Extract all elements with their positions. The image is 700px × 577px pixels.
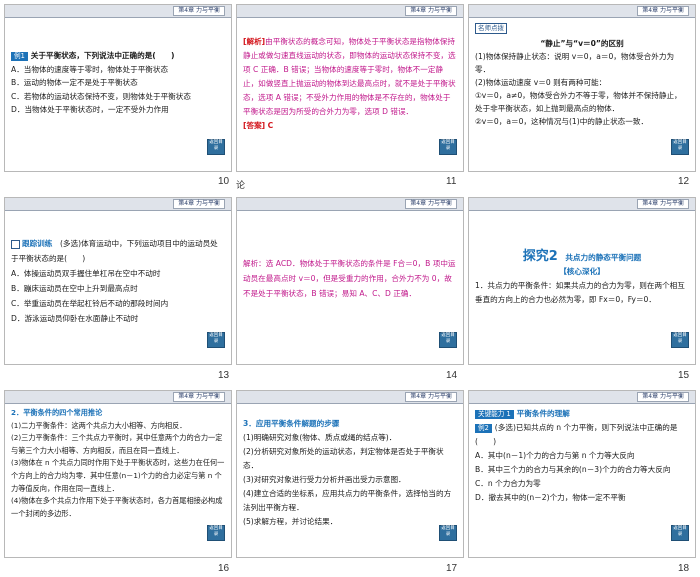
- corollary-line: (2)三力平衡条件：三个共点力平衡时，其中任意两个力的合力一定与第三个力大小相等…: [11, 433, 223, 455]
- question-text: (多选)已知共点的 n 个力平衡，则下列说法中正确的是( ): [475, 423, 678, 446]
- tips-line: ②v＝0，a＝0，这种情况与(1)中的静止状态一致．: [475, 117, 649, 126]
- return-contents-button[interactable]: 返回目录: [671, 139, 689, 155]
- return-contents-button[interactable]: 返回目录: [439, 332, 457, 348]
- return-contents-button[interactable]: 返回目录: [439, 139, 457, 155]
- slide-thumbnail-17[interactable]: 第4章 力与平衡 3．应用平衡条件解题的步骤 (1)明确研究对象(物体、质点或绳…: [236, 390, 464, 558]
- key-ability-tag: 关键能力 1: [475, 410, 514, 419]
- answer-label: [答案]: [243, 121, 266, 130]
- corollary-line: (1)二力平衡条件：这两个共点力大小相等、方向相反．: [11, 420, 187, 430]
- slide-number: 13: [218, 370, 230, 381]
- section-heading: 3．应用平衡条件解题的步骤: [243, 419, 340, 428]
- slide-number: 10: [218, 176, 230, 187]
- slide-header: 第4章 力与平衡: [237, 5, 463, 18]
- core-label: 【核心深化】: [559, 267, 605, 276]
- option-b: B．运动的物体一定不是处于平衡状态: [11, 78, 138, 87]
- tips-heading: “静止”与“v＝0”的区别: [540, 39, 624, 48]
- topic-title: 共点力的静态平衡问题: [565, 253, 642, 262]
- option-d: D．撤去其中的(n－2)个力，物体一定不平衡: [475, 493, 626, 502]
- chapter-badge: 第4章 力与平衡: [637, 392, 689, 402]
- example-tag: 例2: [475, 424, 492, 433]
- step-line: (3)对研究对象进行受力分析并画出受力示意图．: [243, 475, 406, 484]
- core-text: 1．共点力的平衡条件：如果共点力的合力为零，则在两个相互垂直的方向上的合力也必然…: [475, 281, 685, 304]
- slide-header: 第4章 力与平衡: [469, 391, 695, 404]
- analysis-text: 由平衡状态的概念可知，物体处于平衡状态是指物体保持静止或做匀速直线运动的状态，即…: [243, 37, 456, 116]
- example-tag: 例1: [11, 52, 28, 61]
- slide-number: 18: [678, 563, 690, 574]
- checkbox-icon: [11, 239, 20, 249]
- analysis-text: 解析：选 ACD．物体处于平衡状态的条件是 F合＝0，B 项中运动员在最高点时 …: [243, 259, 456, 298]
- return-contents-button[interactable]: 返回目录: [671, 525, 689, 541]
- option-a: A．当物体的速度等于零时，物体处于平衡状态: [11, 64, 169, 74]
- tips-line: (1)物体保持静止状态：说明 v＝0，a＝0，物体受合外力为零．: [475, 52, 675, 74]
- chapter-badge: 第4章 力与平衡: [405, 199, 457, 209]
- slide-header: 第4章 力与平衡: [237, 198, 463, 211]
- option-b: B．蹦床运动员在空中上升到最高点时: [11, 284, 138, 293]
- option-b: B．其中三个力的合力与其余的(n－3)个力的合力等大反向: [475, 465, 671, 474]
- chapter-badge: 第4章 力与平衡: [405, 6, 457, 16]
- slide-number: 11: [446, 176, 457, 187]
- slide-thumbnail-16[interactable]: 第4章 力与平衡 2．平衡条件的四个常用推论 (1)二力平衡条件：这两个共点力大…: [4, 390, 232, 558]
- slide-number: 12: [678, 176, 690, 187]
- option-c: C．n 个力合力为零: [475, 479, 541, 488]
- return-contents-button[interactable]: 返回目录: [439, 525, 457, 541]
- option-d: D．游泳运动员仰卧在水面静止不动时: [11, 314, 139, 323]
- practice-tag: 跟踪训练: [22, 239, 53, 248]
- answer-value: C: [267, 121, 274, 130]
- corollary-line: (3)物体在 n 个共点力同时作用下处于平衡状态时，这些力在任何一个方向上的合力…: [11, 458, 225, 493]
- chapter-badge: 第4章 力与平衡: [405, 392, 457, 402]
- slide-thumbnail-11[interactable]: 第4章 力与平衡 [解析]由平衡状态的概念可知，物体处于平衡状态是指物体保持静止…: [236, 4, 464, 172]
- chapter-badge: 第4章 力与平衡: [637, 199, 689, 209]
- key-ability-title: 平衡条件的理解: [516, 409, 570, 418]
- slide-header: 第4章 力与平衡: [237, 391, 463, 404]
- slide-thumbnail-13[interactable]: 第4章 力与平衡 跟踪训练 (多选)体育运动中，下列运动项目中的运动员处于平衡状…: [4, 197, 232, 365]
- topic-label: 探究2: [522, 249, 558, 264]
- slide-thumbnail-18[interactable]: 第4章 力与平衡 关键能力 1 平衡条件的理解 例2 (多选)已知共点的 n 个力平…: [468, 390, 696, 558]
- chapter-badge: 第4章 力与平衡: [173, 392, 225, 402]
- option-a: A．其中(n－1)个力的合力与第 n 个力等大反向: [475, 451, 635, 460]
- slide-thumbnail-10[interactable]: 第4章 力与平衡 例1 关于平衡状态，下列说法中正确的是( ) A．当物体的速度等…: [4, 4, 232, 172]
- return-contents-button[interactable]: 返回目录: [671, 332, 689, 348]
- question-text: 关于平衡状态，下列说法中正确的是( ): [30, 51, 175, 60]
- option-c: C．举重运动员在举起杠铃后不动的那段时间内: [11, 299, 169, 308]
- slide-header: 第4章 力与平衡: [5, 391, 231, 404]
- option-c: C．若物体的运动状态保持不变，则物体处于平衡状态: [11, 91, 191, 101]
- stray-caption: 论: [236, 180, 246, 190]
- slide-thumbnail-12[interactable]: 第4章 力与平衡 名师点拨 “静止”与“v＝0”的区别 (1)物体保持静止状态：…: [468, 4, 696, 172]
- chapter-badge: 第4章 力与平衡: [637, 6, 689, 16]
- step-line: (5)求解方程，并讨论结果．: [243, 517, 338, 526]
- corollary-line: (4)物体在多个共点力作用下处于平衡状态时，各力首尾相接必构成一个封闭的多边形．: [11, 496, 223, 518]
- chapter-badge: 第4章 力与平衡: [173, 199, 225, 209]
- slide-header: 第4章 力与平衡: [469, 198, 695, 211]
- slide-sorter-grid: 第4章 力与平衡 例1 关于平衡状态，下列说法中正确的是( ) A．当物体的速度等…: [0, 0, 700, 577]
- slide-number: 16: [218, 563, 230, 574]
- return-contents-button[interactable]: 返回目录: [207, 332, 225, 348]
- slide-header: 第4章 力与平衡: [469, 5, 695, 18]
- slide-thumbnail-15[interactable]: 第4章 力与平衡 探究2 共点力的静态平衡问题 【核心深化】 1．共点力的平衡条…: [468, 197, 696, 365]
- tips-box-label: 名师点拨: [475, 23, 507, 34]
- step-line: (2)分析研究对象所处的运动状态，判定物体是否处于平衡状态．: [243, 447, 444, 470]
- step-line: (1)明确研究对象(物体、质点或绳的结点等)．: [243, 433, 397, 442]
- chapter-badge: 第4章 力与平衡: [173, 6, 225, 16]
- tips-line: (2)物体运动速度 v＝0 则有两种可能：: [475, 78, 607, 87]
- slide-number: 17: [446, 563, 458, 574]
- slide-number: 14: [446, 370, 458, 381]
- analysis-label: [解析]: [243, 37, 266, 46]
- section-heading: 2．平衡条件的四个常用推论: [11, 408, 103, 417]
- slide-header: 第4章 力与平衡: [5, 5, 231, 18]
- option-d: D．当物体处于平衡状态时，一定不受外力作用: [11, 105, 169, 114]
- return-contents-button[interactable]: 返回目录: [207, 525, 225, 541]
- tips-line: ①v＝0，a≠0，物体受合外力不等于零，物体并不保持静止，处于非平衡状态，如上抛…: [475, 91, 682, 113]
- slide-number: 15: [678, 370, 690, 381]
- slide-header: 第4章 力与平衡: [5, 198, 231, 211]
- slide-thumbnail-14[interactable]: 第4章 力与平衡 解析：选 ACD．物体处于平衡状态的条件是 F合＝0，B 项中…: [236, 197, 464, 365]
- return-contents-button[interactable]: 返回目录: [207, 139, 225, 155]
- step-line: (4)建立合适的坐标系，应用共点力的平衡条件，选择恰当的方法列出平衡方程．: [243, 489, 452, 512]
- option-a: A．体操运动员双手握住单杠吊在空中不动时: [11, 269, 161, 278]
